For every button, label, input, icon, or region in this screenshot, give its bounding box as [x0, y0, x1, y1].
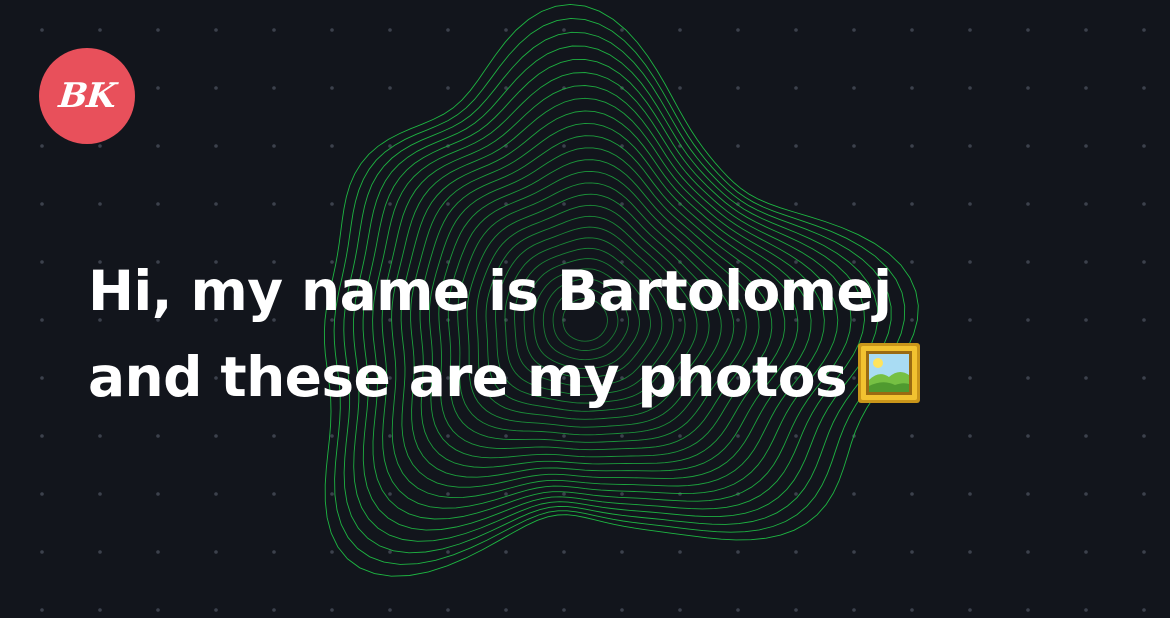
headline-line-2: and these are my photos [88, 334, 921, 420]
hero-banner: BK Hi, my name is Bartolomej and these a… [0, 0, 1170, 618]
page-headline: Hi, my name is Bartolomej and these are … [88, 248, 921, 420]
headline-line-2-text: and these are my photos [88, 345, 848, 409]
logo-monogram: BK [56, 76, 118, 116]
bk-logo[interactable]: BK [39, 48, 135, 144]
framed-picture-icon [858, 343, 921, 403]
headline-line-1: Hi, my name is Bartolomej [88, 259, 892, 323]
